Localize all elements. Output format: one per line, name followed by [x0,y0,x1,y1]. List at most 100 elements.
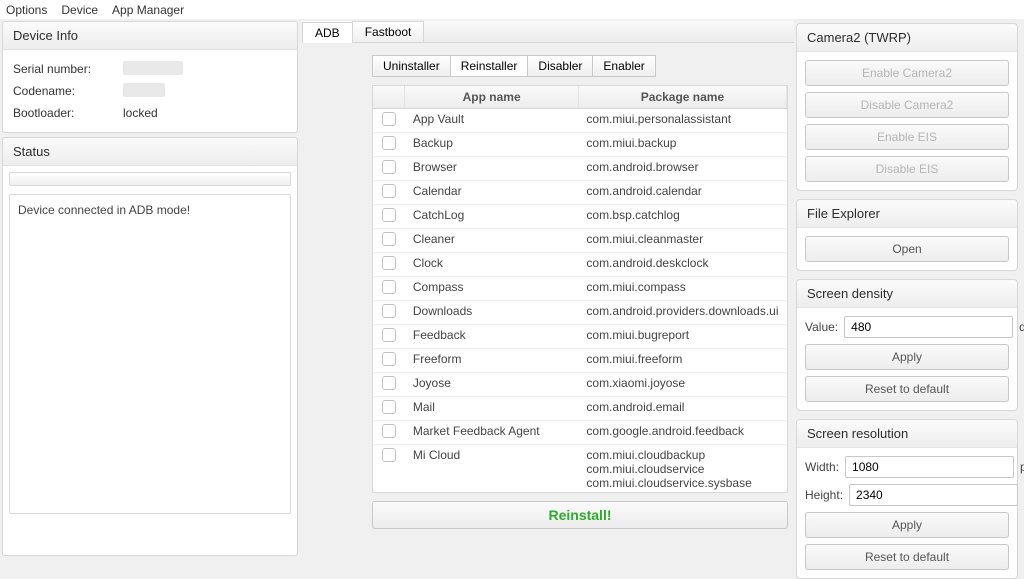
app-name-cell: Cleaner [405,229,579,253]
reinstall-button[interactable]: Reinstall! [372,501,788,529]
open-explorer-button[interactable]: Open [805,236,1009,262]
width-input[interactable] [845,456,1014,478]
row-checkbox[interactable] [382,424,396,438]
menu-options[interactable]: Options [6,3,47,17]
row-checkbox[interactable] [382,352,396,366]
package-name-cell: com.xiaomi.joyose [578,373,786,397]
package-name-cell: com.miui.bugreport [578,325,786,349]
app-name-cell: Freeform [405,349,579,373]
table-row: Clockcom.android.deskclock [373,253,787,277]
package-name-cell: com.android.email [578,397,786,421]
disable-eis-button[interactable]: Disable EIS [805,156,1009,182]
row-checkbox[interactable] [382,448,396,462]
subtab-reinstaller[interactable]: Reinstaller [450,55,529,77]
app-name-cell: Backup [405,133,579,157]
row-checkbox[interactable] [382,304,396,318]
status-title: Status [3,138,297,166]
package-name-cell: com.android.calendar [578,181,786,205]
package-name-cell: com.miui.cleanmaster [578,229,786,253]
camera2-panel: Camera2 (TWRP) Enable Camera2 Disable Ca… [796,23,1018,191]
package-name-cell: com.google.android.feedback [578,421,786,445]
camera2-title: Camera2 (TWRP) [797,24,1017,52]
app-name-cell: Feedback [405,325,579,349]
status-log: Device connected in ADB mode! [9,194,291,514]
row-checkbox[interactable] [382,376,396,390]
app-name-cell: Browser [405,157,579,181]
row-checkbox[interactable] [382,400,396,414]
info-row-serial: Serial number: [13,58,287,80]
sub-tabbar: Uninstaller Reinstaller Disabler Enabler [372,55,794,77]
codename-value [123,83,287,100]
menu-app-manager[interactable]: App Manager [112,3,184,17]
tab-adb[interactable]: ADB [302,22,353,43]
resolution-apply-button[interactable]: Apply [805,512,1009,538]
row-checkbox[interactable] [382,160,396,174]
info-row-bootloader: Bootloader: locked [13,102,287,124]
subtab-uninstaller[interactable]: Uninstaller [372,55,451,77]
app-name-cell: Compass [405,277,579,301]
package-name-cell: com.miui.backup [578,133,786,157]
status-panel: Status Device connected in ADB mode! [2,137,298,556]
menu-device[interactable]: Device [61,3,98,17]
app-name-cell: Clock [405,253,579,277]
table-row: Browsercom.android.browser [373,157,787,181]
progress-bar [9,172,291,186]
row-checkbox[interactable] [382,328,396,342]
enable-eis-button[interactable]: Enable EIS [805,124,1009,150]
table-row: Calendarcom.android.calendar [373,181,787,205]
app-name-cell: CatchLog [405,205,579,229]
package-name-cell: com.miui.freeform [578,349,786,373]
app-name-cell: Calendar [405,181,579,205]
app-table: App name Package name App Vaultcom.miui.… [373,86,787,493]
table-row: Backupcom.miui.backup [373,133,787,157]
height-input[interactable] [849,484,1018,506]
table-row: Mailcom.android.email [373,397,787,421]
enable-camera2-button[interactable]: Enable Camera2 [805,60,1009,86]
density-apply-button[interactable]: Apply [805,344,1009,370]
codename-label: Codename: [13,84,123,98]
app-name-cell: Downloads [405,301,579,325]
package-name-cell: com.miui.compass [578,277,786,301]
app-table-container[interactable]: App name Package name App Vaultcom.miui.… [372,85,788,493]
subtab-enabler[interactable]: Enabler [592,55,655,77]
bootloader-label: Bootloader: [13,106,123,120]
menubar: Options Device App Manager [0,0,1024,19]
file-explorer-panel: File Explorer Open [796,199,1018,271]
table-row: Mi Cloudcom.miui.cloudbackup com.miui.cl… [373,445,787,494]
col-package-name: Package name [578,86,786,109]
table-row: Compasscom.miui.compass [373,277,787,301]
package-name-cell: com.miui.personalassistant [578,109,786,133]
resolution-panel: Screen resolution Width: px Height: px A… [796,419,1018,579]
disable-camera2-button[interactable]: Disable Camera2 [805,92,1009,118]
serial-label: Serial number: [13,62,123,76]
row-checkbox[interactable] [382,232,396,246]
density-reset-button[interactable]: Reset to default [805,376,1009,402]
width-unit: px [1020,460,1024,474]
row-checkbox[interactable] [382,136,396,150]
tab-fastboot[interactable]: Fastboot [352,21,425,42]
row-checkbox[interactable] [382,280,396,294]
subtab-disabler[interactable]: Disabler [527,55,593,77]
density-input[interactable] [844,316,1013,338]
package-name-cell: com.android.browser [578,157,786,181]
row-checkbox[interactable] [382,112,396,126]
density-unit: dpi [1019,320,1024,334]
package-name-cell: com.android.providers.downloads.ui [578,301,786,325]
app-name-cell: Market Feedback Agent [405,421,579,445]
width-label: Width: [805,460,839,474]
row-checkbox[interactable] [382,184,396,198]
density-title: Screen density [797,280,1017,308]
col-app-name: App name [405,86,579,109]
row-checkbox[interactable] [382,208,396,222]
table-row: Market Feedback Agentcom.google.android.… [373,421,787,445]
row-checkbox[interactable] [382,256,396,270]
table-row: App Vaultcom.miui.personalassistant [373,109,787,133]
resolution-title: Screen resolution [797,420,1017,448]
main-tabbar: ADB Fastboot [302,21,794,43]
file-explorer-title: File Explorer [797,200,1017,228]
table-row: CatchLogcom.bsp.catchlog [373,205,787,229]
resolution-reset-button[interactable]: Reset to default [805,544,1009,570]
table-row: Cleanercom.miui.cleanmaster [373,229,787,253]
info-row-codename: Codename: [13,80,287,102]
table-row: Joyosecom.xiaomi.joyose [373,373,787,397]
